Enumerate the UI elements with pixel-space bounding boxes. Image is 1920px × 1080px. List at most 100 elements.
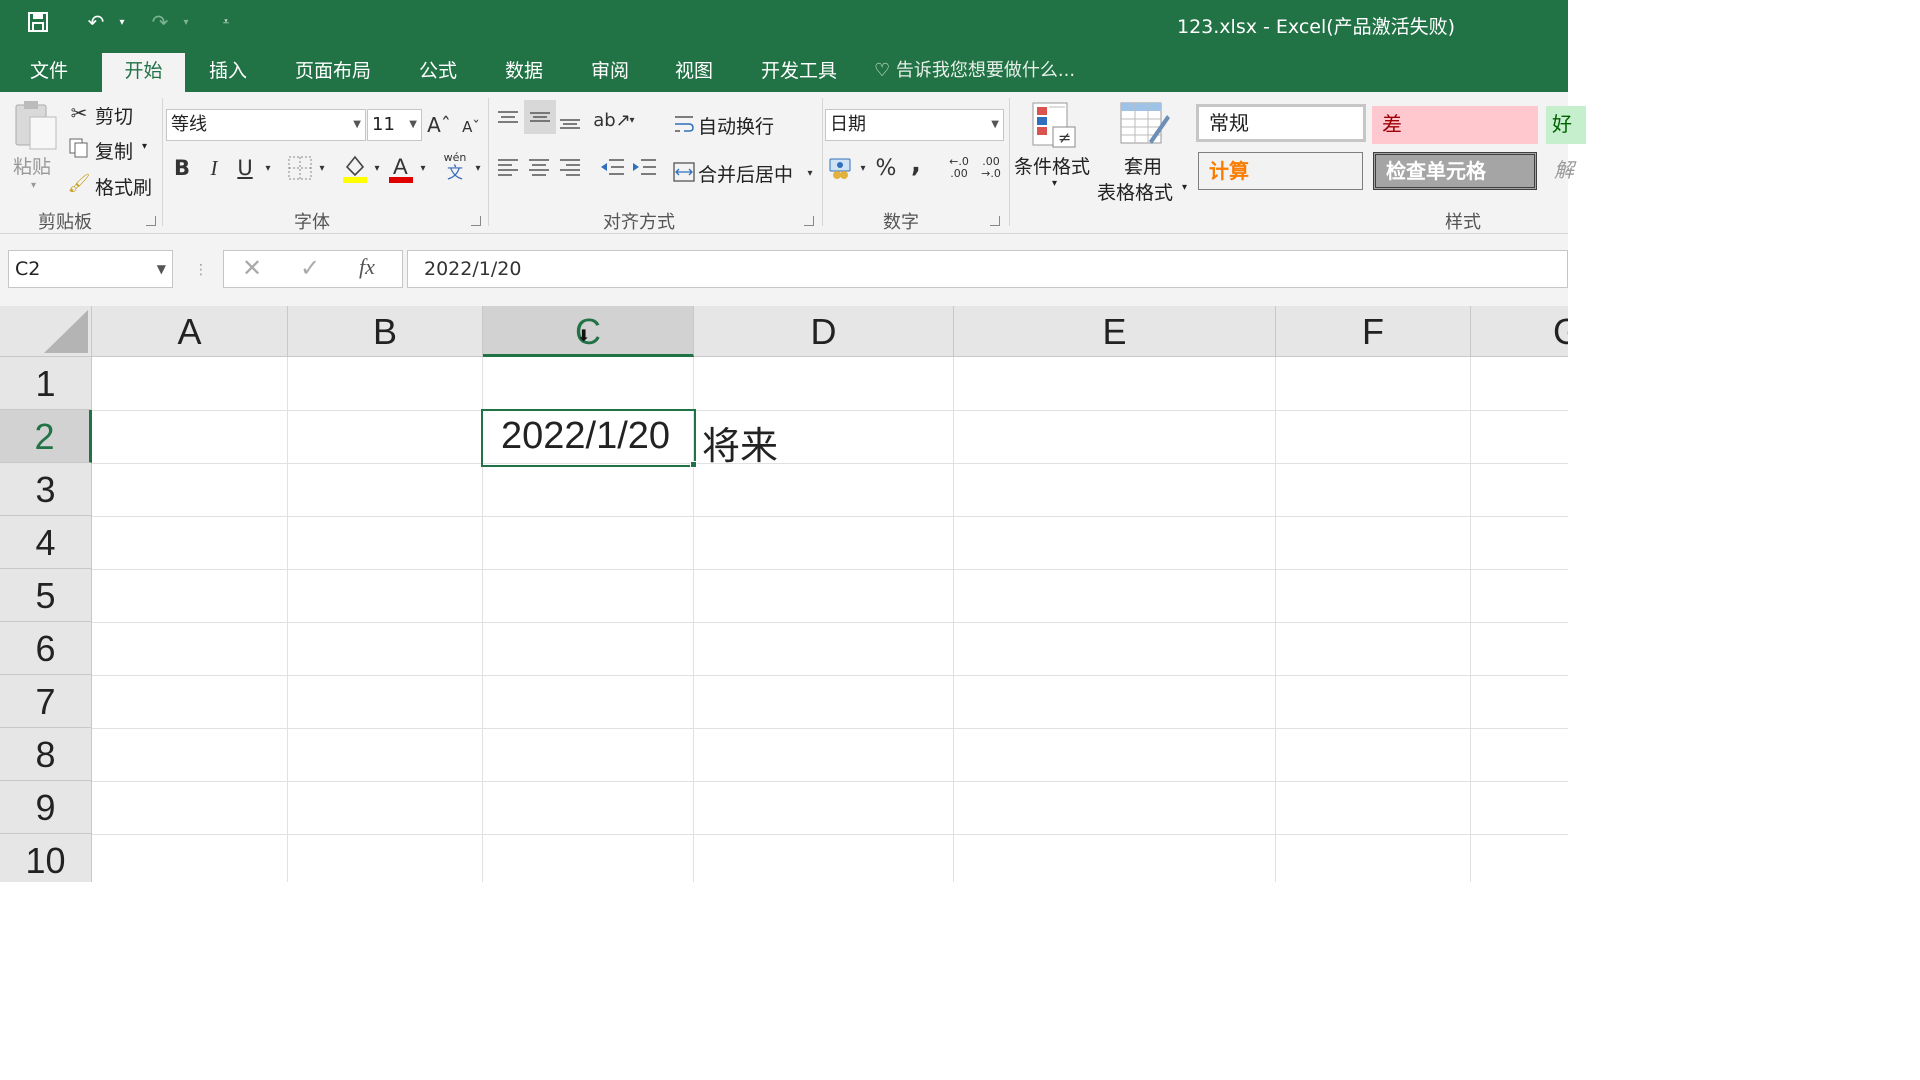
- phonetic-dropdown-icon[interactable]: ▾: [472, 158, 484, 178]
- increase-decimal-icon[interactable]: ←.0.00: [944, 152, 974, 184]
- conditional-format-button[interactable]: 条件格式: [1014, 152, 1090, 179]
- conditional-format-icon[interactable]: ≠: [1030, 100, 1078, 150]
- formula-bar-grip-icon[interactable]: ⋮: [194, 262, 208, 278]
- row-header-10[interactable]: 10: [0, 834, 92, 882]
- paste-button[interactable]: 粘贴: [13, 152, 51, 179]
- underline-button[interactable]: U: [233, 152, 257, 184]
- style-explanatory[interactable]: 解: [1552, 152, 1574, 190]
- row-header-3[interactable]: 3: [0, 463, 92, 516]
- cut-button[interactable]: 剪切: [95, 102, 133, 129]
- wrap-text-button[interactable]: 自动换行: [698, 112, 774, 139]
- column-header-d[interactable]: D: [694, 306, 954, 357]
- format-painter-button[interactable]: 格式刷: [95, 173, 152, 200]
- tab-page-layout[interactable]: 页面布局: [282, 50, 384, 92]
- row-header-9[interactable]: 9: [0, 781, 92, 834]
- tab-data[interactable]: 数据: [492, 50, 556, 92]
- tab-review[interactable]: 审阅: [578, 50, 642, 92]
- style-normal[interactable]: 常规: [1196, 104, 1366, 142]
- wrap-text-icon[interactable]: [672, 112, 696, 136]
- number-launcher-icon[interactable]: [990, 216, 1000, 226]
- fill-handle[interactable]: [690, 461, 697, 468]
- paste-icon[interactable]: [10, 98, 62, 154]
- tab-home[interactable]: 开始: [102, 53, 185, 92]
- copy-button[interactable]: 复制: [95, 137, 133, 164]
- table-format-line1[interactable]: 套用: [1124, 152, 1162, 179]
- table-format-icon[interactable]: [1118, 100, 1172, 150]
- borders-icon[interactable]: [286, 154, 314, 182]
- fill-color-icon[interactable]: [340, 152, 370, 184]
- merge-center-icon[interactable]: [672, 160, 696, 184]
- style-bad[interactable]: 差: [1372, 106, 1538, 144]
- tab-formulas[interactable]: 公式: [406, 50, 470, 92]
- decrease-font-icon[interactable]: Aˇ: [460, 114, 482, 140]
- style-good[interactable]: 好: [1546, 106, 1586, 144]
- align-left-icon[interactable]: [496, 154, 520, 180]
- formula-input[interactable]: 2022/1/20: [407, 250, 1568, 288]
- align-center-icon[interactable]: [527, 154, 551, 180]
- select-all-button[interactable]: [0, 306, 92, 357]
- increase-indent-icon[interactable]: [630, 154, 658, 180]
- cell-d2[interactable]: 将来: [702, 415, 778, 470]
- insert-function-button[interactable]: fx: [359, 254, 375, 280]
- column-header-f[interactable]: F: [1276, 306, 1471, 357]
- conditional-dropdown-icon[interactable]: ▾: [1052, 178, 1057, 189]
- column-header-a[interactable]: A: [92, 306, 288, 357]
- tab-file[interactable]: 文件: [12, 50, 86, 92]
- italic-button[interactable]: I: [202, 152, 226, 184]
- percent-button[interactable]: %: [874, 152, 898, 184]
- decrease-indent-icon[interactable]: [598, 154, 626, 180]
- tab-insert[interactable]: 插入: [196, 50, 260, 92]
- align-top-icon[interactable]: [496, 106, 520, 132]
- font-size-combo[interactable]: 11 ▼: [367, 109, 422, 141]
- merge-dropdown-icon[interactable]: ▾: [803, 164, 817, 182]
- phonetic-icon[interactable]: wén 文: [440, 150, 470, 184]
- font-launcher-icon[interactable]: [471, 216, 481, 226]
- font-color-icon[interactable]: A: [386, 152, 416, 184]
- align-middle-icon[interactable]: [524, 100, 556, 134]
- underline-dropdown-icon[interactable]: ▾: [262, 158, 274, 178]
- row-header-1[interactable]: 1: [0, 357, 92, 410]
- align-right-icon[interactable]: [558, 154, 582, 180]
- undo-dropdown-icon[interactable]: ▾: [114, 6, 130, 38]
- style-check-cell[interactable]: 检查单元格: [1373, 152, 1537, 190]
- style-calculation[interactable]: 计算: [1198, 152, 1363, 190]
- orientation-icon[interactable]: ab↗: [593, 106, 631, 134]
- align-bottom-icon[interactable]: [558, 108, 582, 134]
- merge-center-button[interactable]: 合并后居中: [698, 160, 793, 187]
- save-icon[interactable]: [22, 6, 54, 38]
- column-header-e[interactable]: E: [954, 306, 1276, 357]
- column-header-g[interactable]: G: [1471, 306, 1568, 357]
- currency-icon[interactable]: [828, 154, 856, 182]
- copy-dropdown-icon[interactable]: ▾: [142, 141, 147, 152]
- redo-dropdown-icon[interactable]: ▾: [178, 6, 194, 38]
- clipboard-launcher-icon[interactable]: [146, 216, 156, 226]
- redo-icon[interactable]: ↷: [144, 6, 176, 38]
- tell-me-search[interactable]: ♡ 告诉我您想要做什么...: [874, 50, 1075, 92]
- enter-icon[interactable]: ✓: [300, 254, 320, 282]
- borders-dropdown-icon[interactable]: ▾: [316, 158, 328, 178]
- tab-view[interactable]: 视图: [662, 50, 726, 92]
- comma-button[interactable]: ,: [906, 148, 926, 180]
- paste-dropdown-icon[interactable]: ▾: [31, 180, 36, 191]
- row-header-4[interactable]: 4: [0, 516, 92, 569]
- undo-icon[interactable]: ↶: [80, 6, 112, 38]
- row-header-8[interactable]: 8: [0, 728, 92, 781]
- alignment-launcher-icon[interactable]: [804, 216, 814, 226]
- orientation-dropdown-icon[interactable]: ▾: [626, 112, 638, 128]
- row-header-5[interactable]: 5: [0, 569, 92, 622]
- row-header-2[interactable]: 2: [0, 410, 92, 463]
- number-format-combo[interactable]: 日期 ▼: [825, 109, 1004, 141]
- row-header-7[interactable]: 7: [0, 675, 92, 728]
- font-color-dropdown-icon[interactable]: ▾: [417, 158, 429, 178]
- bold-button[interactable]: B: [170, 152, 194, 184]
- fill-color-dropdown-icon[interactable]: ▾: [371, 158, 383, 178]
- currency-dropdown-icon[interactable]: ▾: [857, 160, 869, 176]
- row-header-6[interactable]: 6: [0, 622, 92, 675]
- column-header-b[interactable]: B: [288, 306, 483, 357]
- table-format-dropdown-icon[interactable]: ▾: [1182, 182, 1187, 193]
- name-box[interactable]: C2 ▼: [8, 250, 173, 288]
- table-format-line2[interactable]: 表格格式: [1097, 178, 1173, 205]
- cancel-icon[interactable]: ✕: [242, 254, 262, 282]
- increase-font-icon[interactable]: Aˆ: [427, 110, 451, 140]
- customize-qat-icon[interactable]: ⩡: [214, 6, 238, 38]
